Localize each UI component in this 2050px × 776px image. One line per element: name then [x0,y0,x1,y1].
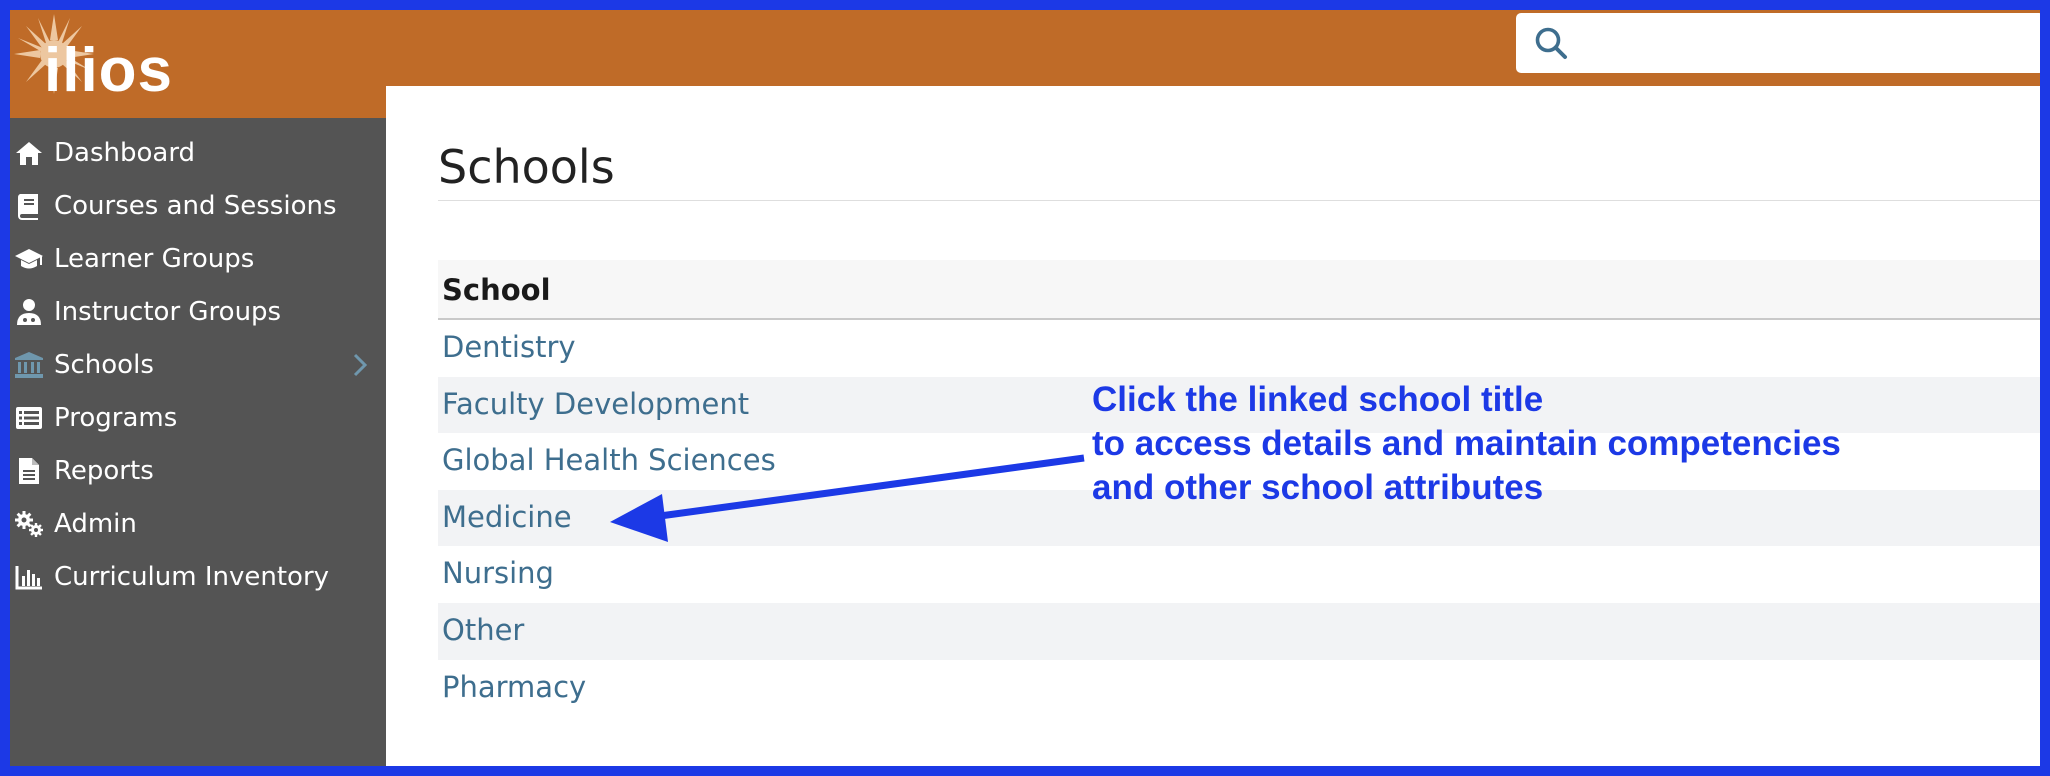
annotation-callout: Click the linked school title to access … [1092,378,1841,510]
screenshot-frame: ilios Dashboard Courses and Sessions Lea… [0,0,2050,776]
annotation-line: and other school attributes [1092,468,1544,507]
annotation-line: Click the linked school title [1092,380,1544,419]
annotation-line: to access details and maintain competenc… [1092,424,1841,463]
